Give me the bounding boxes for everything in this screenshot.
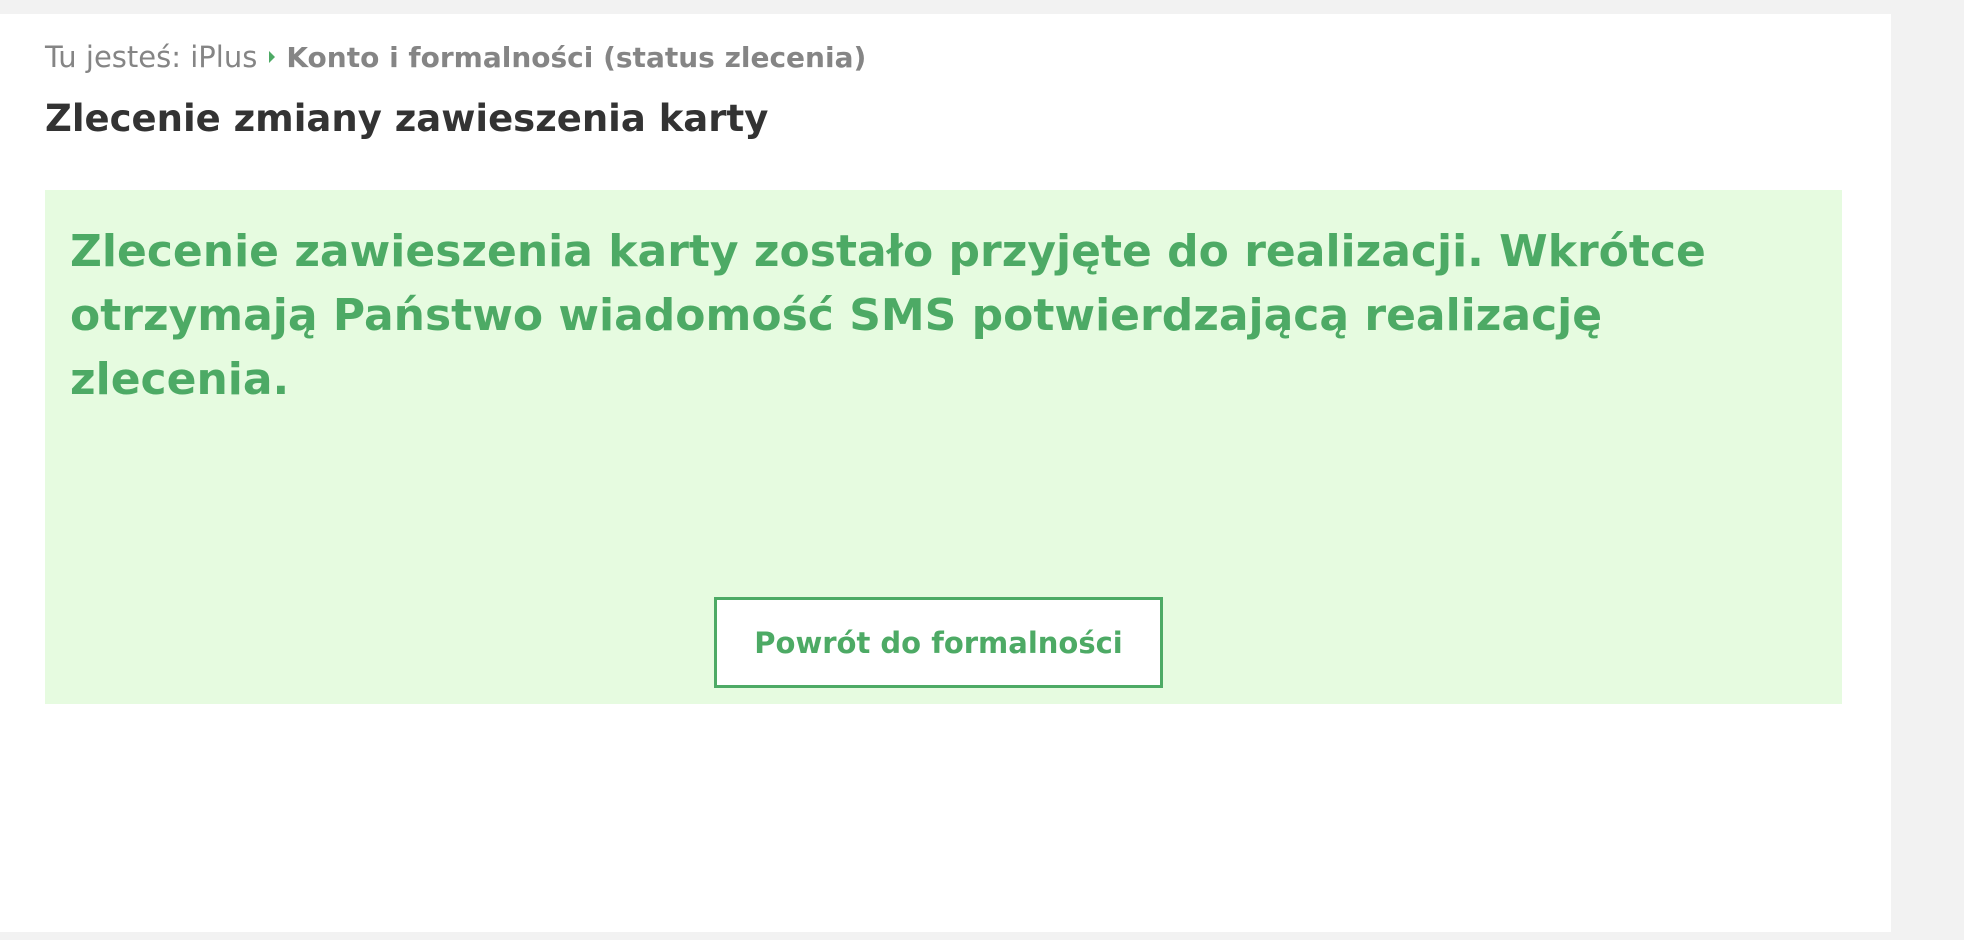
success-message: Zlecenie zawieszenia karty zostało przyj… bbox=[70, 226, 1706, 405]
breadcrumb-current: Konto i formalności (status zlecenia) bbox=[286, 40, 867, 74]
page-title: Zlecenie zmiany zawieszenia karty bbox=[45, 97, 769, 140]
chevron-right-icon bbox=[269, 51, 276, 63]
success-panel: Zlecenie zawieszenia karty zostało przyj… bbox=[45, 190, 1842, 704]
breadcrumb-prefix[interactable]: Tu jesteś: iPlus bbox=[45, 40, 257, 74]
back-to-formalities-button[interactable]: Powrót do formalności bbox=[714, 597, 1163, 688]
breadcrumb: Tu jesteś: iPlus Konto i formalności (st… bbox=[45, 40, 866, 74]
page-content: Tu jesteś: iPlus Konto i formalności (st… bbox=[0, 14, 1891, 932]
